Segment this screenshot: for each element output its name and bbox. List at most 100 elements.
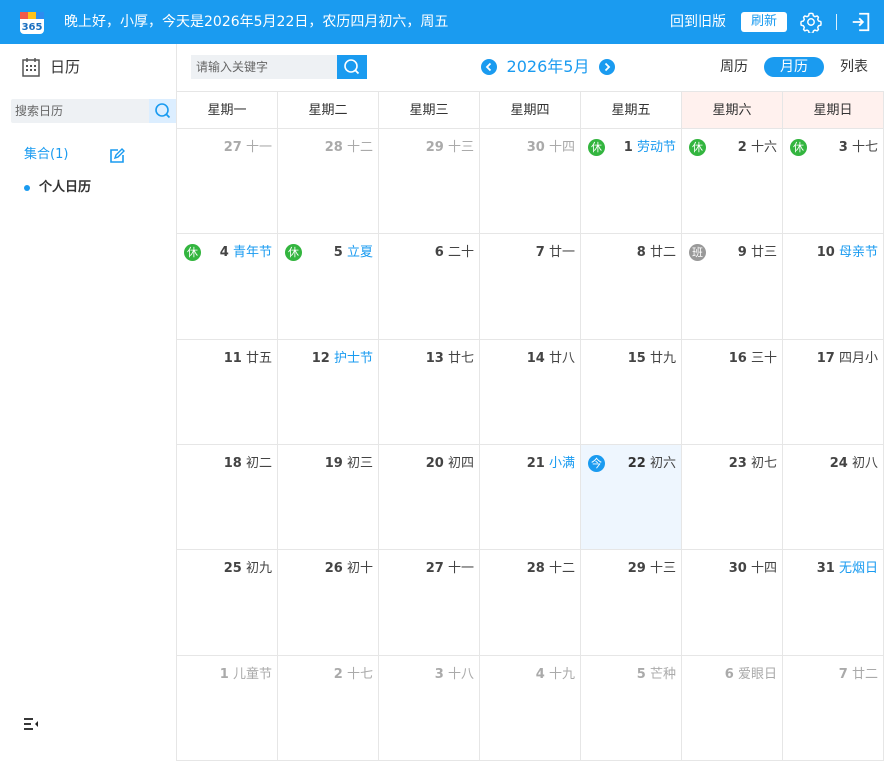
day-cell[interactable]: 27 十一 [379,550,480,656]
festival-label[interactable]: 无烟日 [839,561,878,576]
day-number: 19 [324,455,343,471]
search-icon [344,59,360,75]
day-cell[interactable]: 29 十三 [379,129,480,235]
day-cell[interactable]: 12 护士节 [278,339,379,445]
day-cell[interactable]: 31 无烟日 [783,550,884,656]
day-number: 13 [425,350,444,366]
day-cell[interactable]: 6 爱眼日 [682,655,783,761]
day-label: 7 廿一 [536,244,575,261]
logout-icon[interactable] [850,11,872,33]
keyword-search-input[interactable] [191,55,337,79]
festival-label[interactable]: 劳动节 [637,140,676,155]
day-cell[interactable]: 13 廿七 [379,339,480,445]
weekday-header: 星期二 [278,91,379,129]
day-number: 29 [425,140,444,155]
day-cell[interactable]: 30 十四 [480,129,581,235]
day-label: 29 十三 [628,560,676,577]
day-cell[interactable]: 7 廿二 [783,655,884,761]
festival-label[interactable]: 护士节 [334,351,373,366]
day-cell[interactable]: 5 芒种 [581,655,682,761]
day-label: 11 廿五 [224,350,272,367]
calendar-365-logo-icon: 365 [20,12,44,34]
calendar-search-input[interactable] [11,99,139,123]
day-cell[interactable]: 26 初十 [278,550,379,656]
day-cell[interactable]: 6 二十 [379,234,480,340]
day-cell[interactable]: 休 5 立夏 [278,234,379,340]
day-cell[interactable]: 30 十四 [682,550,783,656]
day-cell[interactable]: 15 廿九 [581,339,682,445]
day-label: 29 十三 [426,139,474,156]
festival-label[interactable]: 芒种 [650,667,676,682]
festival-label[interactable]: 爱眼日 [738,667,777,682]
day-label: 5 芒种 [637,666,676,683]
day-cell[interactable]: 今 22 初六 [581,444,682,551]
collapse-sidebar-icon[interactable] [23,716,39,732]
day-number: 24 [829,455,848,471]
old-version-link[interactable]: 回到旧版 [670,13,726,31]
day-cell[interactable]: 17 四月小 [783,339,884,445]
lunar-date: 初三 [346,455,373,471]
day-cell[interactable]: 2 十七 [278,655,379,761]
day-cell[interactable]: 24 初八 [783,444,884,551]
sidebar-header: 日历 [0,44,176,91]
day-number: 12 [311,350,330,366]
refresh-button[interactable]: 刷新 [741,12,787,32]
day-label: 12 护士节 [312,350,373,367]
day-cell[interactable]: 20 初四 [379,444,480,551]
day-cell[interactable]: 18 初二 [177,444,278,551]
day-label: 20 初四 [426,455,474,472]
edit-icon[interactable] [109,148,125,164]
festival-label[interactable]: 母亲节 [839,245,878,260]
calendar-search-button[interactable] [149,99,176,123]
list-view-tab[interactable]: 列表 [834,57,874,77]
day-label: 5 立夏 [334,244,373,261]
lunar-date: 初六 [649,455,676,471]
day-cell[interactable]: 11 廿五 [177,339,278,445]
day-cell[interactable]: 28 十二 [278,129,379,235]
day-cell[interactable]: 16 三十 [682,339,783,445]
day-cell[interactable]: 班 9 廿三 [682,234,783,340]
day-cell[interactable]: 1 儿童节 [177,655,278,761]
keyword-search-button[interactable] [337,55,367,79]
day-label: 17 四月小 [817,350,878,367]
day-cell[interactable]: 28 十二 [480,550,581,656]
day-cell[interactable]: 10 母亲节 [783,234,884,340]
lunar-date: 初四 [447,455,474,471]
day-cell[interactable]: 19 初三 [278,444,379,551]
festival-label[interactable]: 立夏 [347,245,373,260]
month-view-tab[interactable]: 月历 [764,57,824,77]
lunar-date: 十二 [548,561,575,577]
day-cell[interactable]: 休 4 青年节 [177,234,278,340]
week-view-tab[interactable]: 周历 [714,57,754,77]
day-cell[interactable]: 29 十三 [581,550,682,656]
personal-calendar-item[interactable]: 个人日历 [39,179,91,196]
day-cell[interactable]: 23 初七 [682,444,783,551]
lunar-date: 初二 [245,455,272,471]
day-cell[interactable]: 4 十九 [480,655,581,761]
collection-item[interactable]: 集合(1) [24,147,68,163]
day-cell[interactable]: 8 廿二 [581,234,682,340]
next-month-icon[interactable] [599,59,615,75]
day-cell[interactable]: 14 廿八 [480,339,581,445]
day-cell[interactable]: 27 十一 [177,129,278,235]
festival-label[interactable]: 青年节 [233,245,272,260]
day-number: 8 [636,245,646,261]
day-cell[interactable]: 3 十八 [379,655,480,761]
day-cell[interactable]: 休 2 十六 [682,129,783,235]
lunar-date: 十七 [346,666,373,682]
day-number: 6 [724,666,734,682]
day-cell[interactable]: 21 小满 [480,444,581,551]
day-cell[interactable]: 25 初九 [177,550,278,656]
prev-month-icon[interactable] [481,59,497,75]
day-cell[interactable]: 休 1 劳动节 [581,129,682,235]
lunar-date: 廿九 [649,350,676,366]
day-cell[interactable]: 休 3 十七 [783,129,884,235]
weekday-header: 星期五 [581,91,682,129]
day-number: 10 [816,245,835,261]
day-cell[interactable]: 7 廿一 [480,234,581,340]
festival-label[interactable]: 小满 [549,456,575,471]
day-label: 10 母亲节 [817,244,878,261]
gear-icon[interactable] [800,11,822,33]
holiday-badge: 休 [285,244,302,262]
festival-label[interactable]: 儿童节 [233,667,272,682]
